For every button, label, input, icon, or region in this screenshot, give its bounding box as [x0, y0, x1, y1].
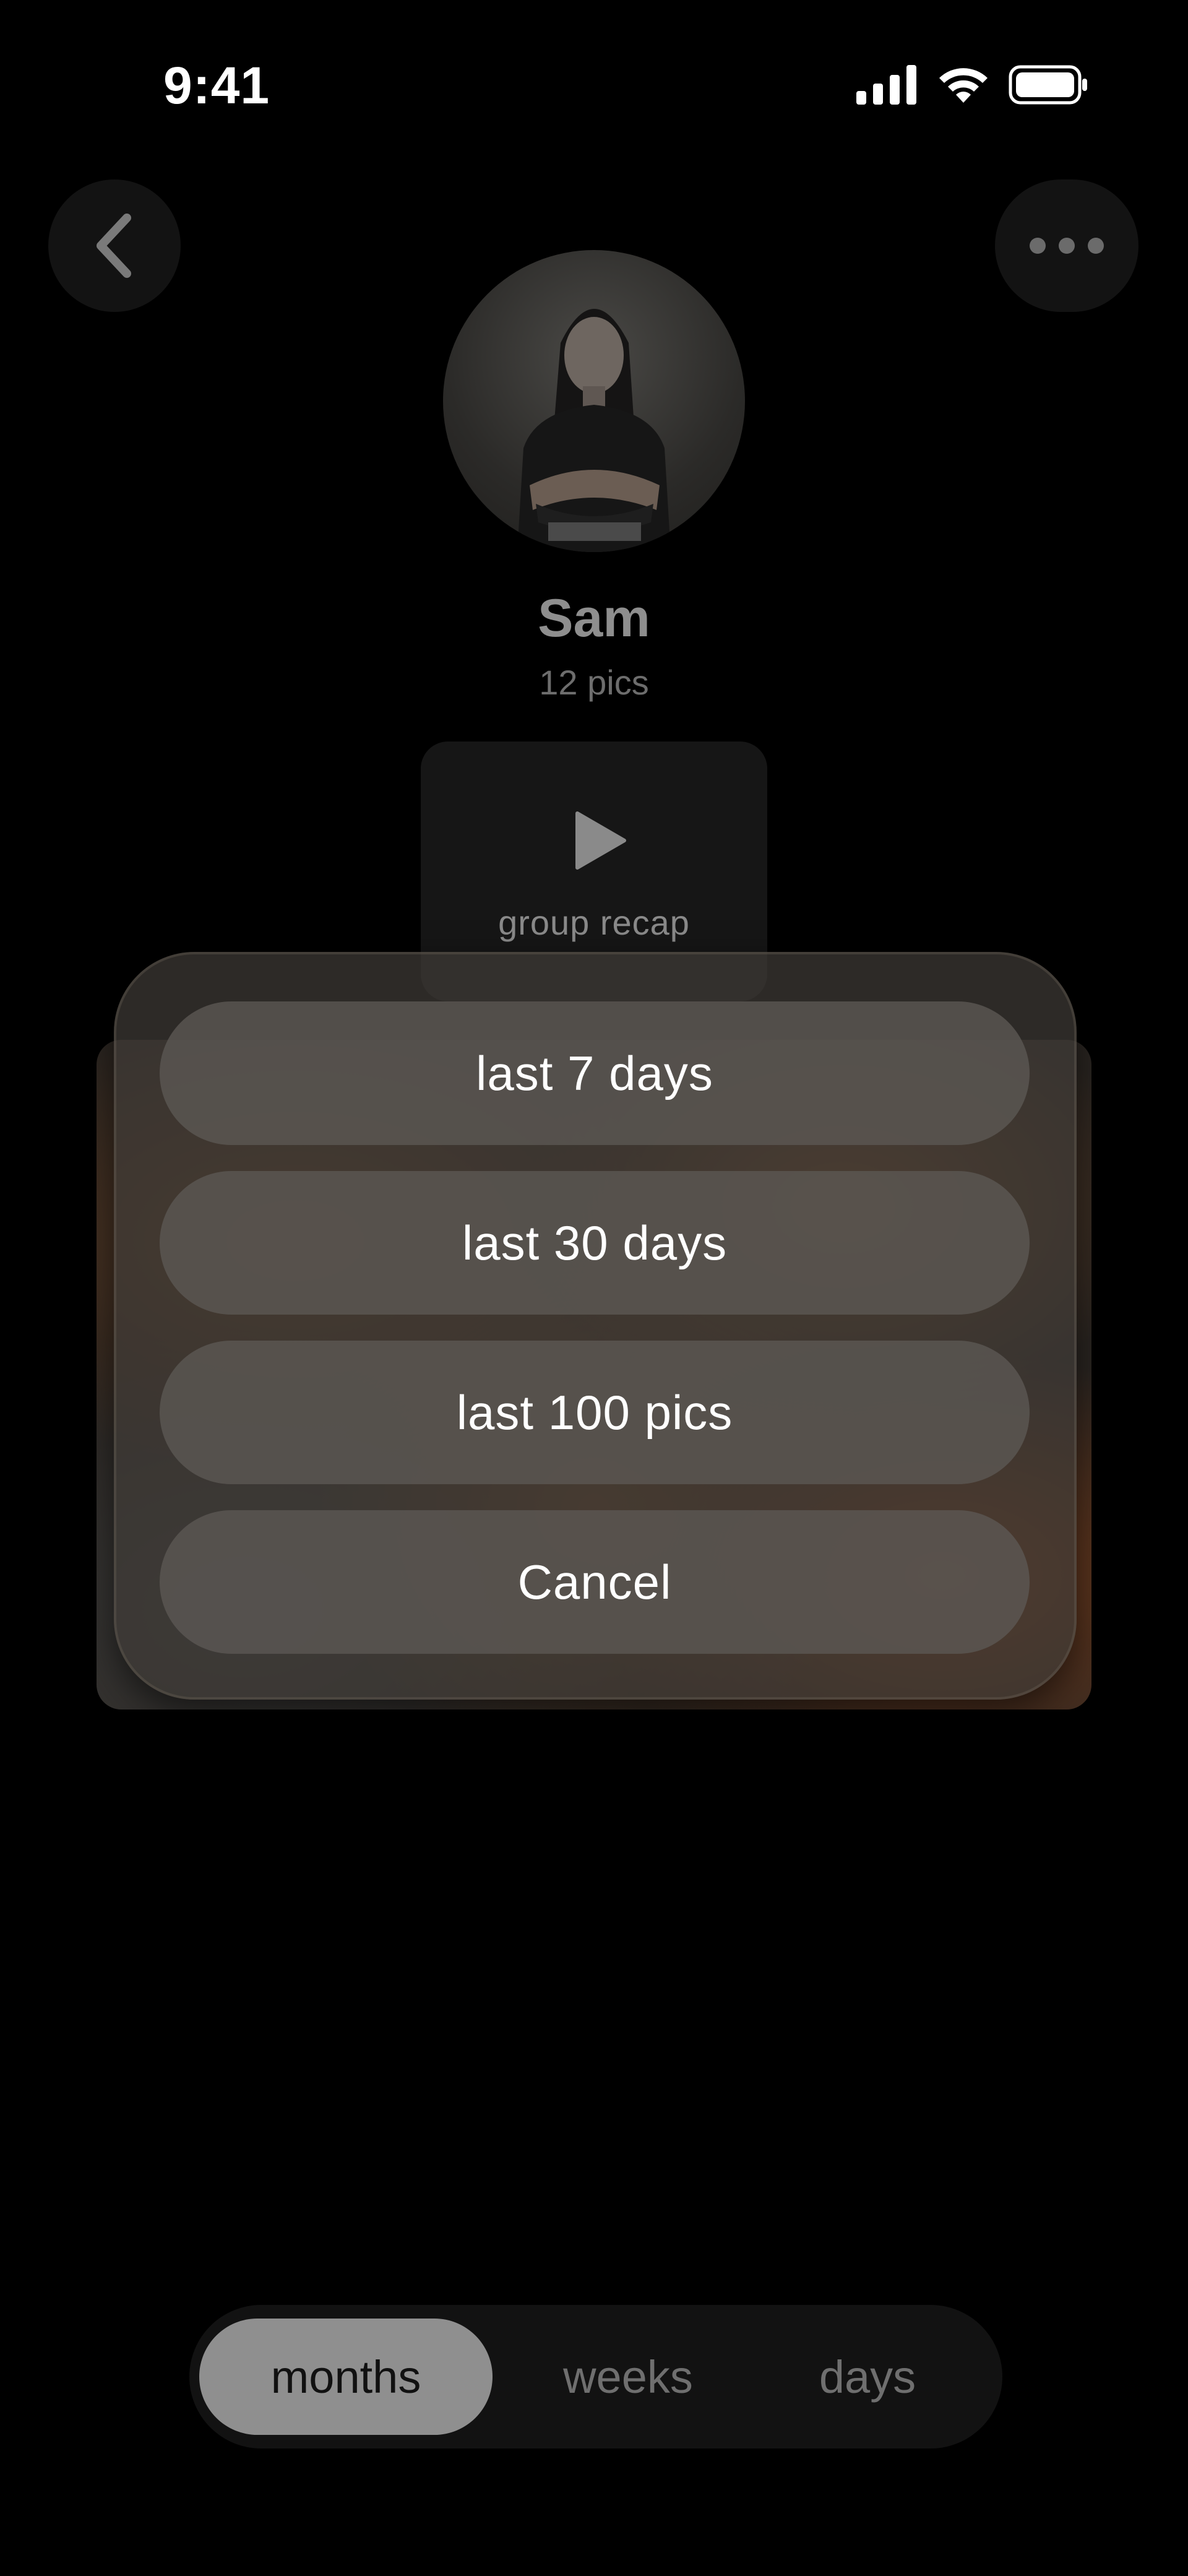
photo-count: 12 pics	[539, 663, 649, 702]
segment-days[interactable]: days	[757, 2319, 978, 2435]
group-recap-label: group recap	[498, 903, 690, 942]
option-last-100-pics[interactable]: last 100 pics	[160, 1341, 1030, 1484]
person-photo	[517, 309, 671, 552]
more-options-button[interactable]	[995, 179, 1138, 312]
option-last-30-days[interactable]: last 30 days	[160, 1171, 1030, 1315]
play-icon	[575, 811, 626, 870]
status-icons	[856, 64, 1089, 105]
option-last-7-days[interactable]: last 7 days	[160, 1001, 1030, 1145]
time-range-segmented-control: months weeks days	[189, 2305, 1002, 2448]
segment-months[interactable]: months	[199, 2319, 493, 2435]
status-time: 9:41	[163, 56, 270, 115]
battery-icon	[1009, 65, 1087, 105]
wifi-icon	[939, 68, 988, 103]
avatar	[443, 250, 745, 552]
profile-name: Sam	[538, 589, 650, 648]
signal-icon	[856, 65, 916, 105]
chevron-left-icon	[97, 214, 131, 278]
more-horizontal-icon	[1030, 238, 1104, 254]
cancel-button[interactable]: Cancel	[160, 1510, 1030, 1654]
segment-weeks[interactable]: weeks	[521, 2319, 735, 2435]
action-sheet: last 7 days last 30 days last 100 pics C…	[114, 952, 1077, 1700]
back-button[interactable]	[48, 179, 181, 312]
